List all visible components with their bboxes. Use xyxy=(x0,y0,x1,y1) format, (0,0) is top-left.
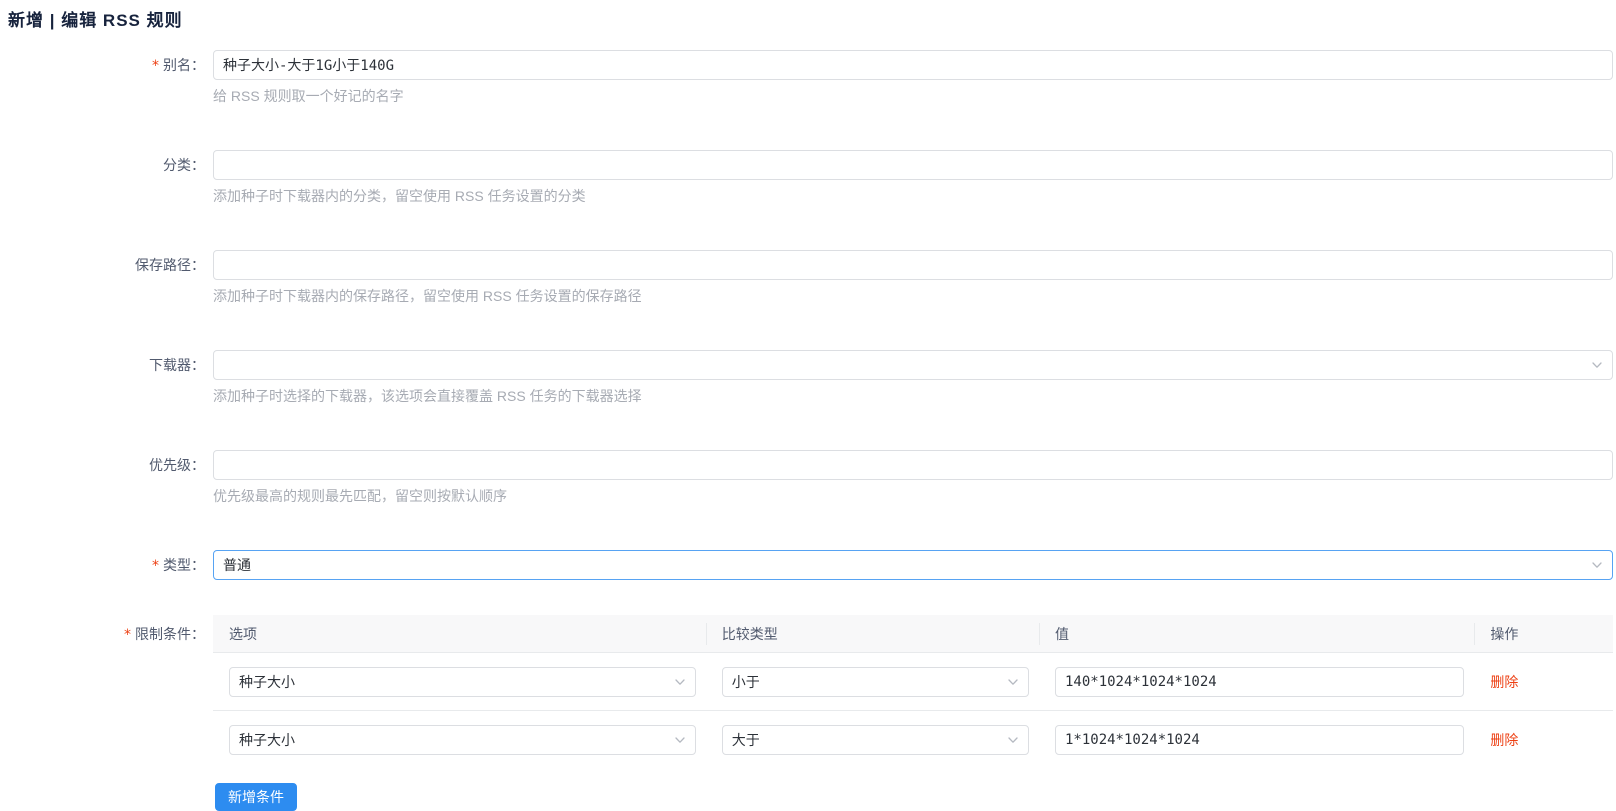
chevron-down-icon xyxy=(1006,675,1020,689)
add-condition-button[interactable]: 新增条件 xyxy=(215,783,297,811)
downloader-label: 下载器： xyxy=(8,350,213,406)
chevron-down-icon xyxy=(1590,558,1604,572)
required-asterisk: * xyxy=(152,58,159,74)
column-header-option: 选项 xyxy=(213,615,706,652)
condition-row: 种子大小 大于 删除 xyxy=(213,711,1613,769)
delete-link[interactable]: 删除 xyxy=(1490,732,1518,748)
column-header-action: 操作 xyxy=(1474,615,1613,652)
save-path-label: 保存路径： xyxy=(8,250,213,306)
category-help: 添加种子时下载器内的分类，留空使用 RSS 任务设置的分类 xyxy=(213,186,1613,206)
save-path-input[interactable] xyxy=(213,250,1613,280)
conditions-table-header: 选项 比较类型 值 操作 xyxy=(213,615,1613,653)
downloader-select[interactable] xyxy=(213,350,1613,380)
category-field: 分类： 添加种子时下载器内的分类，留空使用 RSS 任务设置的分类 xyxy=(8,150,1613,206)
rss-rule-form-page: 新增 | 编辑 RSS 规则 *别名： 给 RSS 规则取一个好记的名字 分类：… xyxy=(0,0,1616,811)
type-field: *类型： 普通 xyxy=(8,550,1613,581)
alias-help: 给 RSS 规则取一个好记的名字 xyxy=(213,86,1613,106)
type-select[interactable]: 普通 xyxy=(213,550,1613,580)
page-title: 新增 | 编辑 RSS 规则 xyxy=(8,6,1613,31)
chevron-down-icon xyxy=(1006,733,1020,747)
option-select[interactable]: 种子大小 xyxy=(229,667,696,697)
category-label: 分类： xyxy=(8,150,213,206)
conditions-label: *限制条件： xyxy=(8,615,213,811)
column-header-value: 值 xyxy=(1039,615,1474,652)
value-input[interactable] xyxy=(1055,667,1464,697)
save-path-field: 保存路径： 添加种子时下载器内的保存路径，留空使用 RSS 任务设置的保存路径 xyxy=(8,250,1613,306)
downloader-help: 添加种子时选择的下载器，该选项会直接覆盖 RSS 任务的下载器选择 xyxy=(213,386,1613,406)
delete-link[interactable]: 删除 xyxy=(1490,674,1518,690)
column-header-comparator: 比较类型 xyxy=(706,615,1039,652)
value-input[interactable] xyxy=(1055,725,1464,755)
comparator-select[interactable]: 大于 xyxy=(722,725,1029,755)
downloader-field: 下载器： 添加种子时选择的下载器，该选项会直接覆盖 RSS 任务的下载器选择 xyxy=(8,350,1613,406)
required-asterisk: * xyxy=(124,627,131,643)
priority-field: 优先级： 优先级最高的规则最先匹配，留空则按默认顺序 xyxy=(8,450,1613,506)
option-select[interactable]: 种子大小 xyxy=(229,725,696,755)
priority-input[interactable] xyxy=(213,450,1613,480)
priority-help: 优先级最高的规则最先匹配，留空则按默认顺序 xyxy=(213,486,1613,506)
required-asterisk: * xyxy=(152,558,159,574)
comparator-select[interactable]: 小于 xyxy=(722,667,1029,697)
conditions-table: 选项 比较类型 值 操作 种子大小 小于 xyxy=(213,615,1613,811)
conditions-field: *限制条件： 选项 比较类型 值 操作 种子大小 xyxy=(8,615,1613,811)
alias-field: *别名： 给 RSS 规则取一个好记的名字 xyxy=(8,50,1613,106)
save-path-help: 添加种子时下载器内的保存路径，留空使用 RSS 任务设置的保存路径 xyxy=(213,286,1613,306)
chevron-down-icon xyxy=(673,733,687,747)
type-label: *类型： xyxy=(8,550,213,581)
condition-row: 种子大小 小于 删除 xyxy=(213,653,1613,711)
chevron-down-icon xyxy=(673,675,687,689)
alias-label: *别名： xyxy=(8,50,213,106)
category-input[interactable] xyxy=(213,150,1613,180)
chevron-down-icon xyxy=(1590,358,1604,372)
priority-label: 优先级： xyxy=(8,450,213,506)
alias-input[interactable] xyxy=(213,50,1613,80)
